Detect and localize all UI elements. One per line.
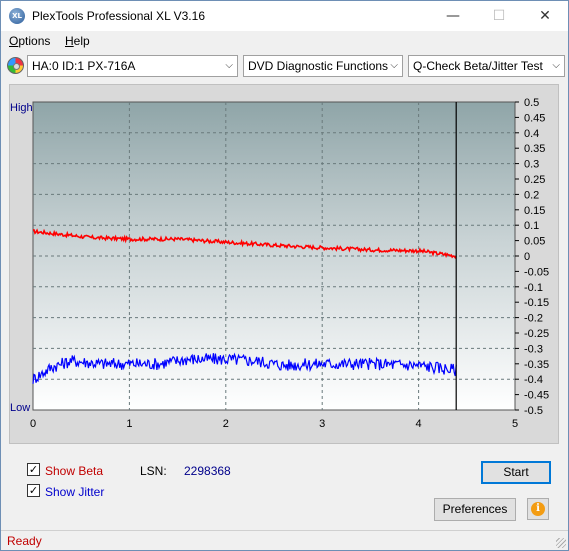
y-tick-label: -0.5 — [524, 405, 543, 417]
y-tick-label: 0.25 — [524, 174, 545, 186]
app-logo-icon: XL — [9, 8, 25, 24]
chevron-down-icon: ⌵ — [552, 60, 560, 71]
close-button[interactable]: ✕ — [522, 1, 568, 31]
y-tick-label: -0.1 — [524, 282, 543, 294]
maximize-button[interactable]: ☐ — [476, 1, 522, 31]
drive-select-value: HA:0 ID:1 PX-716A — [32, 59, 136, 73]
info-icon: i — [531, 502, 545, 516]
y-tick-label: 0.5 — [524, 97, 539, 109]
y-tick-label: 0.2 — [524, 189, 539, 201]
info-button[interactable]: i — [527, 498, 549, 520]
lsn-label: LSN: — [140, 464, 167, 478]
y-tick-label: -0.3 — [524, 343, 543, 355]
menu-options[interactable]: Options — [9, 34, 50, 48]
y-tick-label: 0 — [524, 251, 530, 263]
y-tick-label: 0.3 — [524, 159, 539, 171]
x-tick-label: 0 — [30, 418, 36, 430]
window-title: PlexTools Professional XL V3.16 — [32, 9, 205, 23]
function-select-value: DVD Diagnostic Functions — [248, 59, 389, 73]
status-bar: Ready — [1, 530, 568, 550]
show-beta-checkbox[interactable]: ✓ — [27, 463, 40, 476]
function-select[interactable]: DVD Diagnostic Functions ⌵ — [243, 55, 403, 77]
x-tick-label: 1 — [126, 418, 132, 430]
drive-select[interactable]: HA:0 ID:1 PX-716A ⌵ — [27, 55, 238, 77]
chart-panel: High Low 0 1 2 3 4 5 0.5 0.45 0.4 0.35 0.3 0.25 0.2 0… — [9, 84, 559, 444]
lsn-value: 2298368 — [184, 464, 231, 478]
y-tick-label: 0.45 — [524, 112, 545, 124]
x-tick-label: 4 — [416, 418, 422, 430]
y-tick-label: -0.45 — [524, 390, 549, 402]
show-beta-label[interactable]: Show Beta — [45, 464, 103, 478]
app-window: XL PlexTools Professional XL V3.16 — ☐ ✕… — [0, 0, 569, 551]
y-tick-label: -0.2 — [524, 313, 543, 325]
toolbar: HA:0 ID:1 PX-716A ⌵ DVD Diagnostic Funct… — [1, 53, 568, 79]
start-button[interactable]: Start — [481, 461, 551, 484]
x-tick-label: 2 — [223, 418, 229, 430]
menu-bar: Options Help — [1, 31, 568, 52]
menu-help[interactable]: Help — [65, 34, 90, 48]
y-tick-label: -0.4 — [524, 374, 543, 386]
disc-icon — [7, 57, 24, 74]
y-tick-label: -0.25 — [524, 328, 549, 340]
x-tick-label: 5 — [512, 418, 518, 430]
y-tick-label: -0.05 — [524, 266, 549, 278]
resize-grip-icon[interactable] — [556, 538, 566, 548]
test-select[interactable]: Q-Check Beta/Jitter Test ⌵ — [408, 55, 565, 77]
chevron-down-icon: ⌵ — [390, 60, 398, 71]
y-tick-label: 0.15 — [524, 205, 545, 217]
show-jitter-label[interactable]: Show Jitter — [45, 485, 104, 499]
minimize-button[interactable]: — — [430, 1, 476, 31]
y-tick-label: -0.35 — [524, 359, 549, 371]
y-tick-label: 0.4 — [524, 128, 539, 140]
show-jitter-checkbox[interactable]: ✓ — [27, 484, 40, 497]
preferences-button[interactable]: Preferences — [434, 498, 516, 521]
x-tick-label: 3 — [319, 418, 325, 430]
beta-jitter-chart: 0 1 2 3 4 5 0.5 0.45 0.4 0.35 0.3 0.25 0.2 0.15 0.1 0.0… — [30, 97, 549, 430]
y-tick-label: -0.15 — [524, 297, 549, 309]
y-tick-label: 0.1 — [524, 220, 539, 232]
title-bar[interactable]: XL PlexTools Professional XL V3.16 — ☐ ✕ — [1, 1, 568, 31]
control-panel: ✓ Show Beta ✓ Show Jitter LSN: 2298368 S… — [9, 453, 559, 523]
chevron-down-icon: ⌵ — [225, 60, 233, 71]
y-tick-label: 0.35 — [524, 143, 545, 155]
status-text: Ready — [7, 534, 42, 548]
test-select-value: Q-Check Beta/Jitter Test — [413, 59, 543, 73]
y-tick-label: 0.05 — [524, 236, 545, 248]
